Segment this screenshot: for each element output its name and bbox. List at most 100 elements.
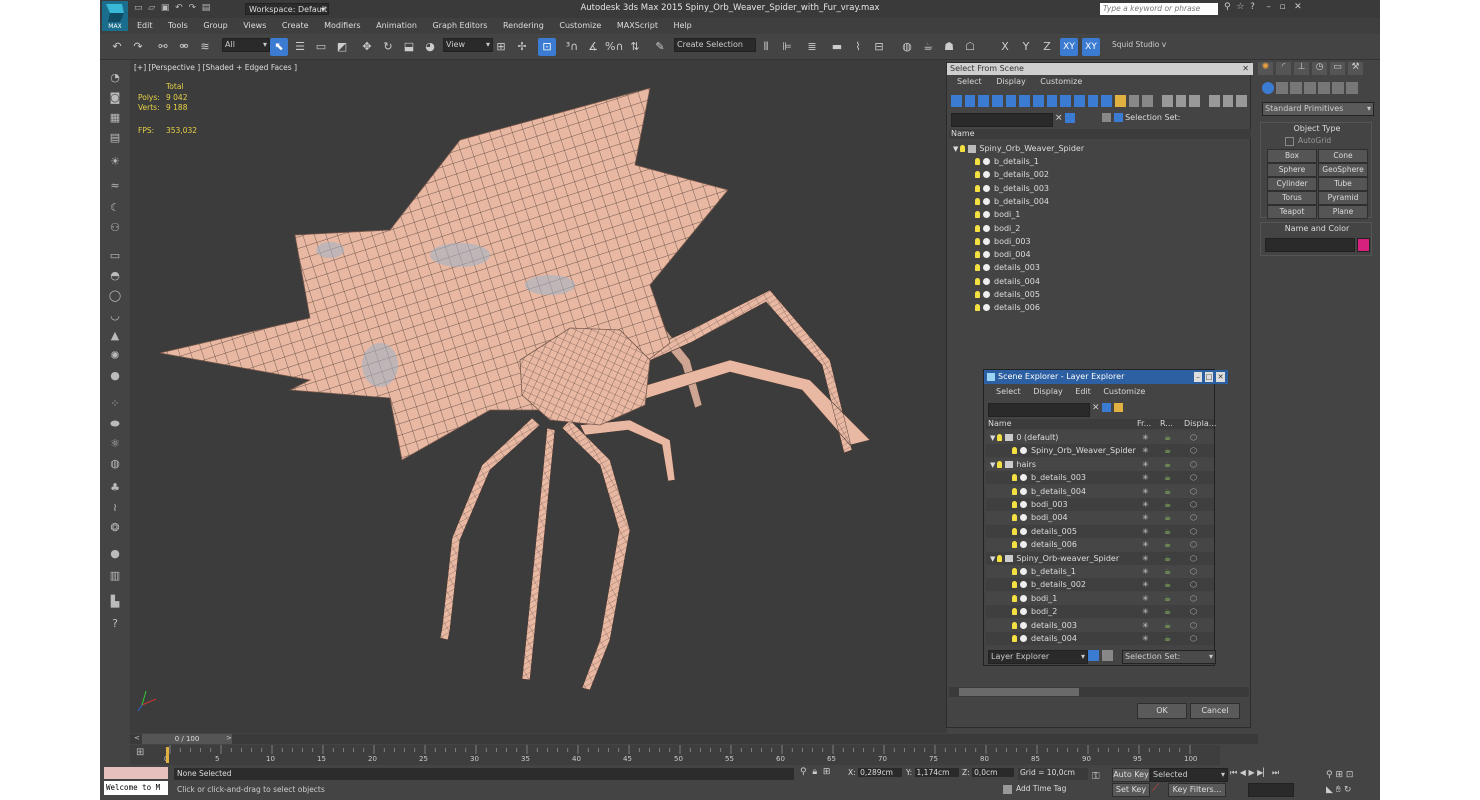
menu-views[interactable]: Views — [243, 18, 266, 34]
dome-icon[interactable]: ◓ — [106, 268, 124, 284]
key-mode-dropdown[interactable]: Selected ▾ — [1150, 768, 1228, 782]
workspace-dropdown[interactable]: Workspace: Default ▾ — [245, 3, 329, 15]
maxscript-listener-top[interactable] — [104, 767, 168, 779]
keyboard-shortcut-icon[interactable]: ⊡ — [538, 38, 556, 56]
name-and-color-title[interactable]: Name and Color — [1261, 224, 1373, 233]
filter-spacewarps-icon[interactable] — [1019, 95, 1031, 107]
object-color-swatch[interactable] — [1357, 238, 1370, 252]
hierarchy-mode-icon[interactable] — [1101, 650, 1113, 661]
le-object-row[interactable]: Spiny_Orb_Weaver_Spider ✳ ☕ ⬡ — [986, 444, 1214, 458]
add-time-tag[interactable]: Add Time Tag — [1003, 784, 1089, 796]
le-layer-row[interactable]: ▼ Spiny_Orb-weaver_Spider ✳ ☕ ⬡ — [986, 551, 1214, 565]
sfs-horizontal-scrollbar[interactable] — [949, 687, 1249, 697]
coord-z-field[interactable]: 0,0cm — [972, 768, 1015, 777]
le-search-field[interactable] — [988, 403, 1090, 417]
le-object-row[interactable]: details_003 ✳ ☕ ⬡ — [986, 618, 1214, 632]
globe-icon[interactable]: ◍ — [106, 456, 124, 472]
redo-icon[interactable]: ↷ — [129, 38, 147, 56]
primitives-dropdown[interactable]: Standard Primitives ▾ — [1262, 102, 1374, 116]
snap-toggle-icon[interactable]: ³∩ — [563, 38, 581, 56]
display-box-icon[interactable]: ⬡ — [1190, 538, 1197, 551]
menu-customize[interactable]: Customize — [559, 18, 601, 34]
freeze-icon[interactable]: ✳ — [1142, 471, 1149, 484]
light-bulb-icon[interactable] — [997, 434, 1003, 441]
rectangular-selection-icon[interactable]: ▭ — [312, 38, 330, 56]
light-bulb-icon[interactable] — [1012, 635, 1017, 642]
freeze-icon[interactable]: ✳ — [1142, 619, 1149, 632]
material-editor-icon[interactable]: ◍ — [898, 38, 916, 56]
sfs-tree-item[interactable]: b_details_004 — [975, 195, 1049, 208]
sfs-tree-item[interactable]: bodi_2 — [975, 222, 1020, 235]
render-teapot-icon[interactable]: ☕ — [1164, 605, 1171, 618]
sfs-tree-item[interactable]: b_details_1 — [975, 155, 1039, 168]
object-name-field[interactable] — [1265, 238, 1355, 252]
spacewarps-icon[interactable] — [1332, 82, 1344, 94]
render-teapot-icon[interactable]: ☕ — [1164, 578, 1171, 591]
display-box-icon[interactable]: ⬡ — [1190, 511, 1197, 524]
display-box-icon[interactable]: ⬡ — [1190, 632, 1197, 645]
display-box-icon[interactable]: ⬡ — [1190, 565, 1197, 578]
select-by-name-icon[interactable]: ☰ — [291, 38, 309, 56]
display-box-icon[interactable]: ⬡ — [1190, 498, 1197, 511]
maximize-icon[interactable]: ▫ — [1279, 2, 1285, 12]
filter-lights-icon[interactable] — [978, 95, 990, 107]
le-object-row[interactable]: b_details_002 ✳ ☕ ⬡ — [986, 578, 1214, 592]
menu-modifiers[interactable]: Modifiers — [324, 18, 361, 34]
create-sphere-button[interactable]: Sphere — [1267, 163, 1317, 177]
light-bulb-icon[interactable] — [975, 224, 980, 232]
freeze-icon[interactable]: ✳ — [1142, 485, 1149, 498]
light-bulb-icon[interactable] — [975, 158, 980, 165]
selection-set-icon[interactable] — [1113, 113, 1123, 122]
field-of-view-icon[interactable]: ◣ — [1326, 785, 1333, 795]
zoom-icon[interactable]: ⚲ — [1326, 770, 1333, 780]
grass-icon[interactable]: ♣ — [106, 480, 124, 496]
light-bulb-icon[interactable] — [1012, 527, 1017, 535]
undo-icon[interactable]: ↶ — [175, 3, 183, 13]
sfs-tree-root[interactable]: ▼ Spiny_Orb_Weaver_Spider — [953, 142, 1084, 155]
render-teapot-icon[interactable]: ☕ — [1164, 431, 1171, 444]
select-object-icon[interactable]: ⬉ — [270, 38, 288, 56]
le-object-row[interactable]: bodi_004 ✳ ☕ ⬡ — [986, 511, 1214, 525]
filter-clear-icon[interactable] — [1236, 95, 1248, 107]
light-bulb-icon[interactable] — [1012, 581, 1017, 589]
pivot-center-icon[interactable]: ⊞ — [492, 38, 510, 56]
settings-icon[interactable]: ▙ — [106, 594, 124, 610]
le-menu-select[interactable]: Select — [996, 387, 1021, 396]
render-teapot-icon[interactable]: ☕ — [1164, 498, 1171, 511]
le-object-row[interactable]: bodi_2 ✳ ☕ ⬡ — [986, 605, 1214, 619]
capsule-icon[interactable]: ⬬ — [106, 416, 124, 432]
percent-snap-icon[interactable]: %∩ — [605, 38, 624, 56]
time-slider-next-icon[interactable]: > — [226, 734, 232, 742]
axis-xy-cycle-button[interactable]: XY — [1082, 38, 1100, 56]
search-icon[interactable]: ⚲ — [1224, 2, 1231, 12]
create-pyramid-button[interactable]: Pyramid — [1318, 191, 1368, 205]
display-influences-icon[interactable] — [1175, 95, 1187, 107]
filter-hidden-icon[interactable] — [1101, 95, 1113, 107]
isolate-icon[interactable]: ⚲ — [800, 767, 807, 777]
freeze-icon[interactable]: ✳ — [1142, 565, 1149, 578]
menu-create[interactable]: Create — [282, 18, 309, 34]
le-object-row[interactable]: bodi_1 ✳ ☕ ⬡ — [986, 591, 1214, 605]
link-icon[interactable]: ⚯ — [154, 38, 172, 56]
expand-down-icon[interactable]: ▼ — [990, 434, 995, 442]
filter-none-icon[interactable] — [1128, 95, 1140, 107]
render-teapot-icon[interactable]: ☕ — [1164, 458, 1171, 471]
le-object-row[interactable]: b_details_1 ✳ ☕ ⬡ — [986, 565, 1214, 578]
le-menu-customize[interactable]: Customize — [1103, 387, 1145, 396]
le-object-row[interactable]: details_005 ✳ ☕ ⬡ — [986, 524, 1214, 538]
absolute-mode-icon[interactable]: ⊞ — [823, 767, 831, 777]
display-children-icon[interactable] — [1162, 95, 1173, 107]
search-input[interactable]: Type a keyword or phrase — [1100, 3, 1218, 15]
schematic-view-icon[interactable]: ⊟ — [870, 38, 888, 56]
light-bulb-icon[interactable] — [1012, 447, 1017, 455]
systems-icon[interactable] — [1346, 82, 1358, 94]
render-teapot-icon[interactable]: ☕ — [1164, 565, 1171, 578]
unlink-icon[interactable]: ⚮ — [175, 38, 193, 56]
filter-funnel-icon[interactable] — [1209, 95, 1220, 107]
rotate-icon[interactable]: ↻ — [379, 38, 397, 56]
light-bulb-icon[interactable] — [1012, 514, 1017, 522]
sfs-menu-customize[interactable]: Customize — [1040, 77, 1082, 86]
light-bulb-icon[interactable]: ☀ — [106, 154, 124, 170]
rendered-frame-icon[interactable]: ☗ — [940, 38, 958, 56]
current-frame-field[interactable] — [1248, 783, 1294, 797]
